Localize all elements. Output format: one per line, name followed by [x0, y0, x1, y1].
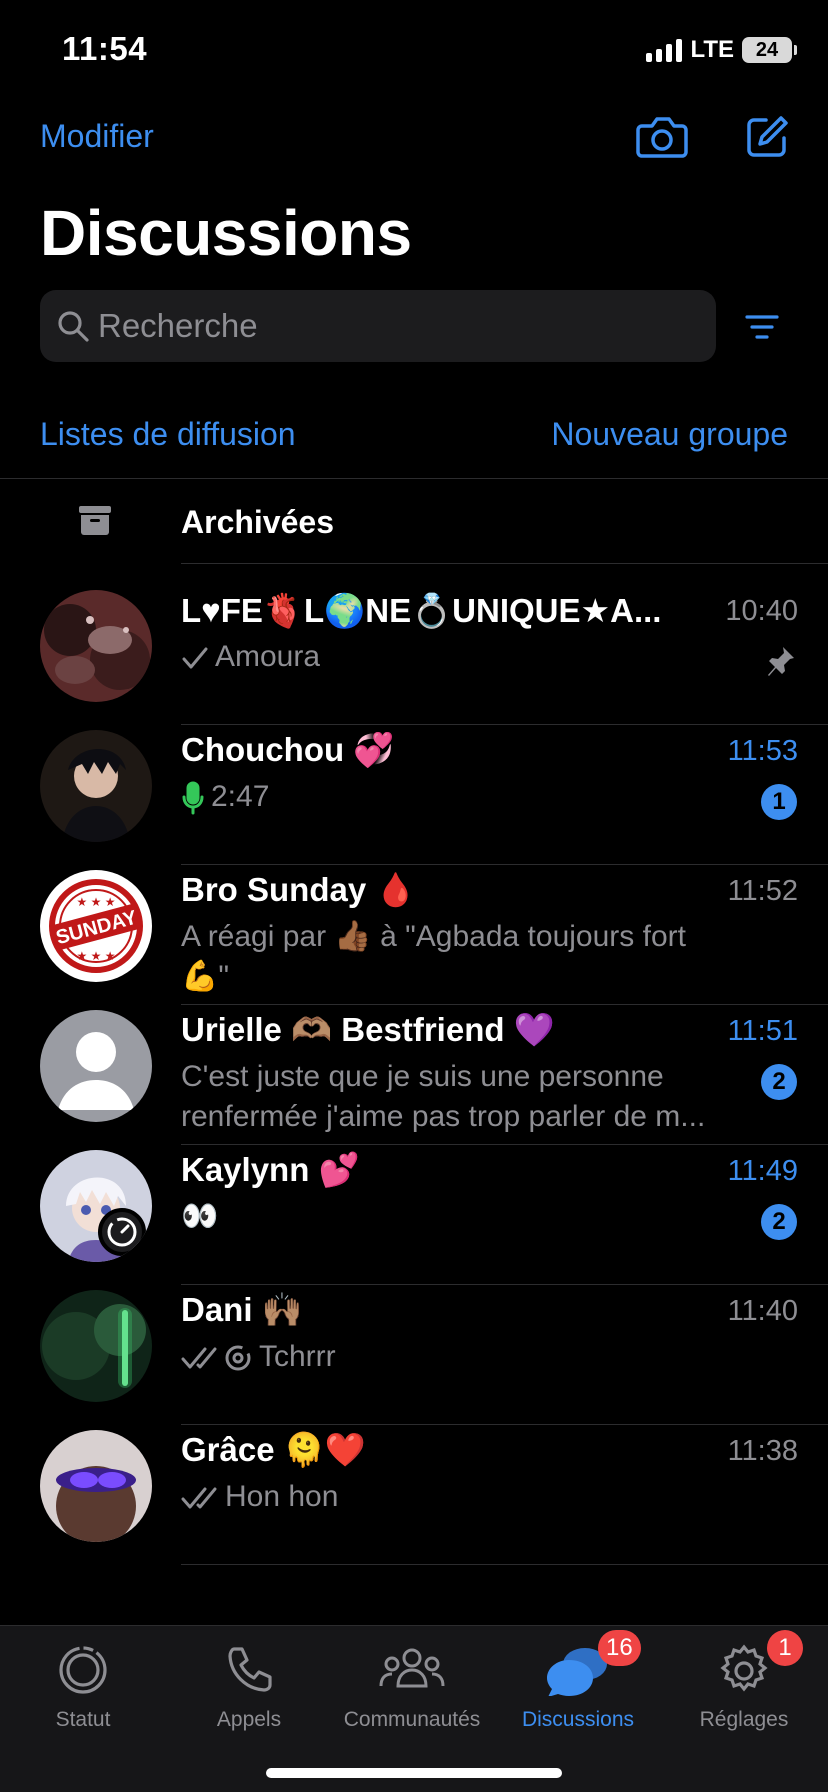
archived-label: Archivées	[181, 504, 334, 540]
avatar[interactable]	[40, 730, 152, 842]
microphone-icon	[182, 781, 204, 815]
communities-icon	[379, 1648, 445, 1688]
new-group-link[interactable]: Nouveau groupe	[551, 416, 788, 453]
svg-text:★ ★ ★: ★ ★ ★	[77, 949, 116, 963]
signal-bars-icon	[646, 38, 683, 62]
chat-list: L♥FE🫀L🌍NE💍UNIQUE★A... 10:40 Amoura Chouchou…	[0, 565, 828, 1625]
page-title: Discussions	[40, 197, 412, 269]
discussions-badge: 16	[598, 1630, 641, 1666]
tab-discussions-label: Discussions	[521, 1708, 635, 1731]
status-bar: 11:54 LTE 24	[0, 0, 828, 100]
unread-badge: 1	[761, 784, 797, 820]
chat-row[interactable]: Chouchou 💞 11:53 2:47 1	[0, 705, 828, 865]
broadcast-lists-link[interactable]: Listes de diffusion	[40, 416, 296, 453]
search-icon	[58, 311, 89, 342]
avatar[interactable]	[40, 1150, 152, 1262]
chat-preview: 👀	[181, 1197, 741, 1237]
disappearing-timer-icon	[225, 1345, 251, 1371]
chat-row[interactable]: L♥FE🫀L🌍NE💍UNIQUE★A... 10:40 Amoura	[0, 565, 828, 725]
divider	[181, 563, 828, 564]
divider	[181, 1564, 828, 1565]
filter-icon[interactable]	[744, 312, 780, 342]
chat-row[interactable]: Grâce 🫠❤️ 11:38 Hon hon	[0, 1405, 828, 1565]
edit-button[interactable]: Modifier	[40, 118, 154, 155]
chat-time: 11:52	[727, 875, 798, 907]
home-indicator[interactable]	[266, 1768, 562, 1778]
chat-preview-text: Tchrrr	[259, 1340, 336, 1373]
avatar[interactable]	[40, 1290, 152, 1402]
chat-preview: Amoura	[181, 637, 741, 677]
chat-preview-text: 2:47	[211, 780, 270, 813]
single-check-icon	[182, 647, 208, 669]
chat-name: Kaylynn 💕	[181, 1151, 360, 1188]
tab-status-label: Statut	[55, 1708, 111, 1731]
chat-row[interactable]: Dani 🙌🏽 11:40 Tchrrr	[0, 1265, 828, 1425]
chat-name: Urielle 🫶🏽 Bestfriend 💜	[181, 1011, 555, 1048]
settings-badge: 1	[767, 1630, 803, 1666]
tab-calls[interactable]: Appels	[166, 1626, 332, 1736]
search-input[interactable]	[98, 307, 658, 345]
gear-icon	[720, 1644, 768, 1692]
chat-name: Chouchou 💞	[181, 731, 395, 768]
tab-settings-label: Réglages	[699, 1708, 789, 1731]
status-time: 11:54	[62, 30, 148, 67]
divider	[0, 478, 828, 479]
double-check-icon	[181, 1487, 217, 1509]
status-indicators: LTE 24	[646, 36, 797, 64]
unread-badge: 2	[761, 1204, 797, 1240]
unread-badge: 2	[761, 1064, 797, 1100]
search-bar[interactable]	[40, 290, 716, 362]
chat-row[interactable]: SUNDAY ★ ★ ★ ★ ★ ★ Bro Sunday 🩸 11:52 A réagi…	[0, 845, 828, 1005]
chat-name: L♥FE🫀L🌍NE💍UNIQUE★A...	[181, 592, 662, 629]
tab-settings[interactable]: 1 Réglages	[661, 1626, 827, 1736]
chat-row[interactable]: Kaylynn 💕 11:49 👀 2	[0, 1125, 828, 1285]
avatar[interactable]	[40, 1010, 152, 1122]
status-ring-icon	[59, 1646, 107, 1694]
avatar[interactable]: SUNDAY ★ ★ ★ ★ ★ ★	[40, 870, 152, 982]
tab-communities[interactable]: Communautés	[329, 1626, 495, 1736]
tab-calls-label: Appels	[216, 1708, 282, 1731]
compose-icon[interactable]	[744, 114, 790, 160]
tab-discussions[interactable]: 16 Discussions	[495, 1626, 661, 1736]
battery-icon: 24	[742, 37, 797, 63]
camera-icon[interactable]	[636, 114, 688, 160]
chat-preview-text: 👀	[181, 1200, 219, 1233]
chat-row[interactable]: Urielle 🫶🏽 Bestfriend 💜 11:51 C'est juste …	[0, 985, 828, 1145]
network-type: LTE	[690, 36, 734, 63]
avatar[interactable]	[40, 590, 152, 702]
tab-status[interactable]: Statut	[0, 1626, 166, 1736]
chat-name: Grâce 🫠❤️	[181, 1431, 366, 1468]
battery-level: 24	[755, 38, 779, 61]
chat-time: 11:53	[727, 735, 798, 767]
tab-communities-label: Communautés	[343, 1708, 481, 1731]
archived-row[interactable]: Archivées	[0, 480, 828, 564]
chat-preview-text: Hon hon	[225, 1480, 339, 1513]
double-check-icon	[181, 1347, 217, 1369]
chat-preview: Hon hon	[181, 1477, 741, 1517]
chat-preview-text: Amoura	[215, 640, 321, 673]
chat-time: 11:49	[727, 1155, 798, 1187]
phone-icon	[228, 1647, 272, 1692]
archive-box-icon	[79, 506, 111, 535]
chat-preview: 2:47	[181, 777, 741, 817]
svg-text:★ ★ ★: ★ ★ ★	[77, 895, 116, 909]
chat-time: 11:40	[727, 1295, 798, 1327]
chat-time: 11:38	[727, 1435, 798, 1467]
chat-time: 10:40	[725, 595, 798, 627]
chat-preview: Tchrrr	[181, 1337, 741, 1377]
tab-bar: Statut Appels Communautés 16 Discussions…	[0, 1625, 828, 1792]
chat-time: 11:51	[727, 1015, 798, 1047]
avatar[interactable]	[40, 1430, 152, 1542]
chat-name: Bro Sunday 🩸	[181, 871, 417, 908]
chat-name: Dani 🙌🏽	[181, 1291, 303, 1328]
pin-icon	[768, 647, 794, 676]
